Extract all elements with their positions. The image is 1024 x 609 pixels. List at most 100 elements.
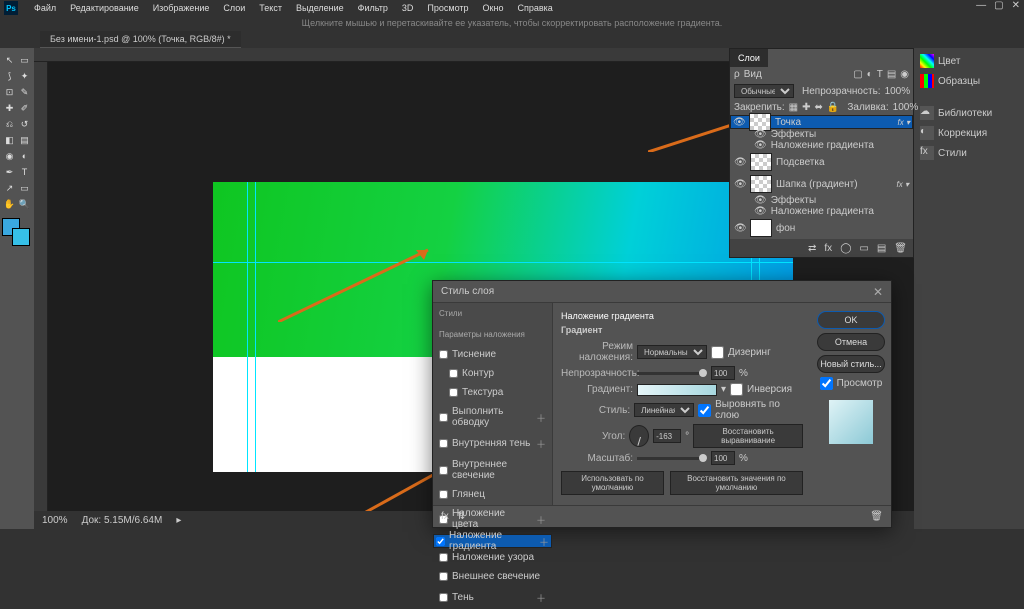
dodge-tool-icon[interactable]: ◐ bbox=[18, 149, 32, 164]
close-icon[interactable]: ✕ bbox=[873, 285, 883, 299]
fx-badge[interactable]: fx ▾ bbox=[897, 180, 909, 189]
cat-texture[interactable]: Текстура bbox=[433, 383, 552, 402]
style-select[interactable]: Линейная bbox=[634, 403, 694, 417]
plus-icon[interactable]: ＋ bbox=[536, 590, 546, 605]
cat-inner-glow[interactable]: Внутреннее свечение bbox=[433, 455, 552, 485]
layer-effect[interactable]: 👁Наложение градиента bbox=[730, 206, 913, 217]
background-swatch[interactable] bbox=[12, 228, 30, 246]
dock-adjustments[interactable]: ◐Коррекция bbox=[918, 124, 1020, 142]
fx-badge[interactable]: fx ▾ bbox=[898, 118, 910, 127]
cat-inner-shadow[interactable]: Внутренняя тень＋ bbox=[433, 432, 552, 455]
align-checkbox[interactable] bbox=[698, 404, 711, 417]
menu-image[interactable]: Изображение bbox=[147, 1, 216, 15]
path-tool-icon[interactable]: ↗ bbox=[3, 181, 17, 196]
menu-view[interactable]: Просмотр bbox=[421, 1, 474, 15]
menu-help[interactable]: Справка bbox=[511, 1, 558, 15]
opacity-slider[interactable] bbox=[637, 372, 707, 375]
maximize-icon[interactable]: ▢ bbox=[994, 0, 1003, 11]
visibility-icon[interactable]: 👁 bbox=[733, 117, 745, 128]
opacity-value[interactable]: 100% bbox=[885, 86, 911, 97]
blur-tool-icon[interactable]: ◉ bbox=[3, 149, 17, 164]
layer-name[interactable]: Шапка (градиент) bbox=[776, 179, 858, 190]
reverse-checkbox[interactable] bbox=[730, 383, 743, 396]
cat-drop-shadow[interactable]: Тень＋ bbox=[433, 586, 552, 609]
menu-edit[interactable]: Редактирование bbox=[64, 1, 145, 15]
menu-3d[interactable]: 3D bbox=[396, 1, 420, 15]
cat-outer-glow[interactable]: Внешнее свечение bbox=[433, 567, 552, 586]
plus-icon[interactable]: ＋ bbox=[536, 410, 546, 425]
color-swatches[interactable] bbox=[2, 218, 32, 248]
angle-input[interactable] bbox=[653, 429, 681, 443]
doc-info[interactable]: Док: 5.15M/6.64M bbox=[82, 515, 163, 526]
plus-icon[interactable]: ＋ bbox=[536, 512, 546, 527]
menu-filter[interactable]: Фильтр bbox=[352, 1, 394, 15]
opacity-input[interactable] bbox=[711, 366, 735, 380]
fx-icon[interactable]: fx bbox=[441, 511, 449, 522]
fill-value[interactable]: 100% bbox=[893, 102, 919, 113]
menu-window[interactable]: Окно bbox=[477, 1, 510, 15]
blend-mode-select[interactable]: Нормальный bbox=[637, 345, 707, 359]
filter-icon[interactable]: ▤ bbox=[887, 69, 896, 80]
preview-checkbox[interactable] bbox=[820, 377, 833, 390]
dock-color[interactable]: Цвет bbox=[918, 52, 1020, 70]
cat-bevel[interactable]: Тиснение bbox=[433, 345, 552, 364]
type-tool-icon[interactable]: T bbox=[18, 165, 32, 180]
layer-effect[interactable]: 👁Эффекты bbox=[730, 129, 913, 140]
menu-text[interactable]: Текст bbox=[253, 1, 288, 15]
layer-thumb[interactable] bbox=[750, 219, 772, 237]
guide[interactable] bbox=[247, 182, 248, 472]
lock-icon[interactable]: 🔒 bbox=[827, 102, 839, 113]
zoom-tool-icon[interactable]: 🔍 bbox=[18, 197, 32, 212]
shape-tool-icon[interactable]: ▭ bbox=[18, 181, 32, 196]
blend-options-header[interactable]: Параметры наложения bbox=[433, 324, 552, 345]
filter-icon[interactable]: ▢ bbox=[853, 69, 862, 80]
layer-name[interactable]: Подсветка bbox=[776, 157, 825, 168]
up-down-icon[interactable]: ⇅ bbox=[457, 511, 465, 522]
layer-row[interactable]: 👁 Точка fx ▾ bbox=[730, 115, 913, 129]
pen-tool-icon[interactable]: ✒ bbox=[3, 165, 17, 180]
fx-icon[interactable]: fx bbox=[824, 243, 832, 254]
move-tool-icon[interactable]: ↖ bbox=[3, 53, 17, 68]
menu-layers[interactable]: Слои bbox=[217, 1, 251, 15]
reset-alignment-button[interactable]: Восстановить выравнивание bbox=[693, 424, 803, 448]
menu-file[interactable]: Файл bbox=[28, 1, 62, 15]
reset-default-button[interactable]: Восстановить значения по умолчанию bbox=[670, 471, 803, 495]
filter-icon[interactable]: T bbox=[877, 69, 883, 80]
chevron-icon[interactable]: ▸ bbox=[176, 515, 181, 526]
mask-icon[interactable]: ◯ bbox=[840, 243, 851, 254]
lock-icon[interactable]: ✚ bbox=[802, 102, 810, 113]
layer-effect[interactable]: 👁Наложение градиента bbox=[730, 140, 913, 151]
layers-panel-tab[interactable]: Слои bbox=[730, 49, 768, 67]
angle-dial[interactable] bbox=[629, 425, 649, 447]
dither-checkbox[interactable] bbox=[711, 346, 724, 359]
cat-pattern-overlay[interactable]: Наложение узора bbox=[433, 548, 552, 567]
layer-row[interactable]: 👁 фон bbox=[730, 217, 913, 239]
lasso-tool-icon[interactable]: ⟆ bbox=[3, 69, 17, 84]
wand-tool-icon[interactable]: ✦ bbox=[18, 69, 32, 84]
plus-icon[interactable]: ＋ bbox=[536, 436, 546, 451]
visibility-icon[interactable]: 👁 bbox=[734, 157, 746, 168]
trash-icon[interactable]: 🗑 bbox=[894, 243, 907, 254]
layer-name[interactable]: Точка bbox=[775, 117, 801, 128]
styles-header[interactable]: Стили bbox=[433, 303, 552, 324]
ruler-vertical[interactable] bbox=[34, 62, 48, 529]
guide[interactable] bbox=[213, 262, 793, 263]
dropdown-icon[interactable]: ▾ bbox=[721, 384, 726, 395]
visibility-icon[interactable]: 👁 bbox=[734, 223, 746, 234]
cancel-button[interactable]: Отмена bbox=[817, 333, 885, 351]
dock-swatches[interactable]: Образцы bbox=[918, 72, 1020, 90]
plus-icon[interactable]: ＋ bbox=[539, 534, 549, 549]
folder-icon[interactable]: ▭ bbox=[859, 243, 868, 254]
close-icon[interactable]: ✕ bbox=[1012, 0, 1020, 11]
cat-stroke[interactable]: Выполнить обводку＋ bbox=[433, 402, 552, 432]
dock-styles[interactable]: fxСтили bbox=[918, 144, 1020, 162]
minimize-icon[interactable]: ― bbox=[976, 0, 986, 11]
make-default-button[interactable]: Использовать по умолчанию bbox=[561, 471, 664, 495]
document-tab[interactable]: Без имени-1.psd @ 100% (Точка, RGB/8#) * bbox=[40, 31, 241, 48]
gradient-tool-icon[interactable]: ▤ bbox=[18, 133, 32, 148]
layer-thumb[interactable] bbox=[750, 175, 772, 193]
history-brush-icon[interactable]: ↺ bbox=[18, 117, 32, 132]
filter-icon[interactable]: ◐ bbox=[867, 69, 873, 80]
lock-icon[interactable]: ⬌ bbox=[815, 102, 823, 113]
layer-thumb[interactable] bbox=[750, 153, 772, 171]
